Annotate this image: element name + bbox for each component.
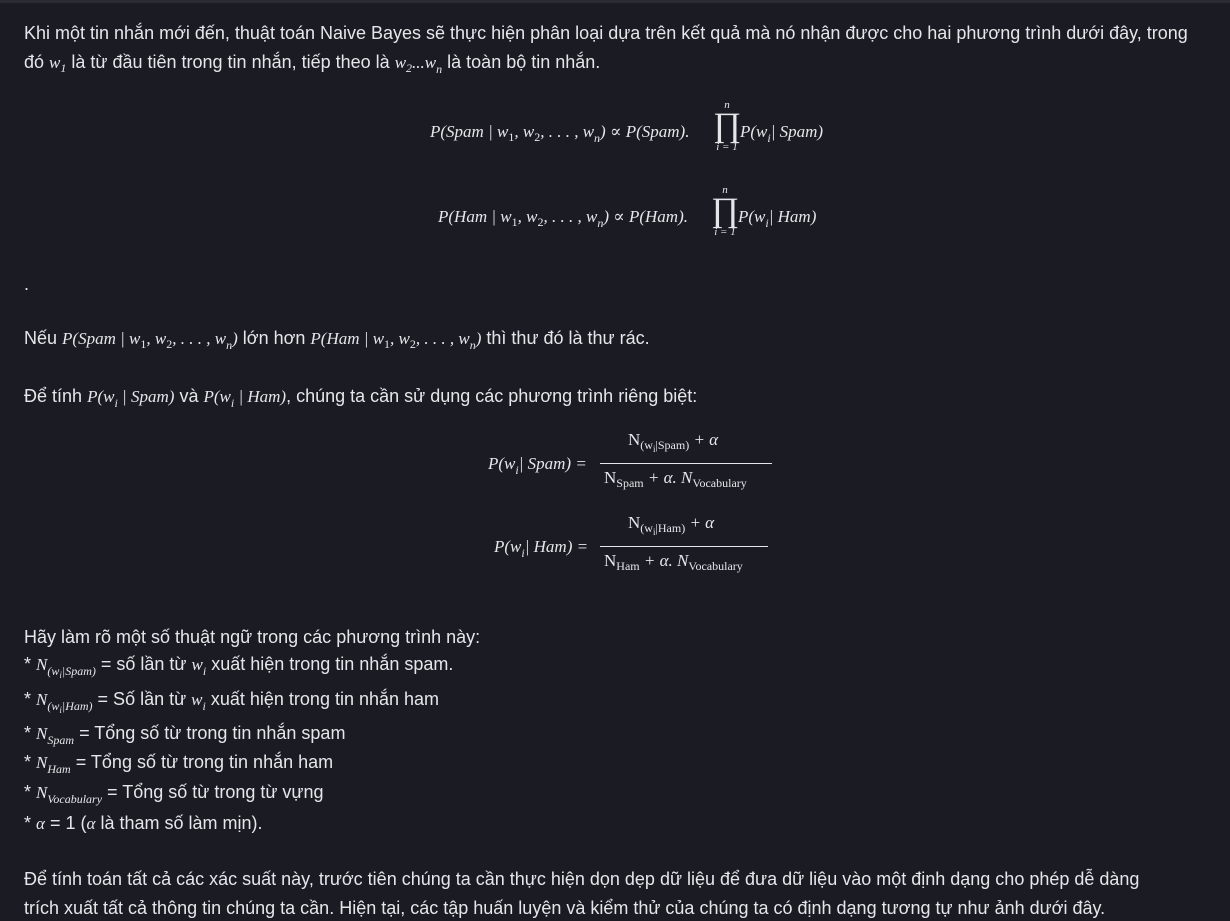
equation-ham-term: P(wi| Ham) (738, 207, 817, 230)
closing-line-1: Để tính toán tất cả các xác suất này, tr… (24, 869, 1140, 889)
product-symbol-ham: n ∏ i = 1 (711, 184, 739, 238)
fraction-spam-numerator: N(wi|Spam) + α (628, 430, 719, 454)
fraction-ham: N(wi|Ham) + α NHam + α. NVocabulary (600, 511, 768, 581)
term-item-6: * α = 1 (α là tham số làm mịn). (24, 813, 263, 833)
term-item-5: * NVocabulary = Tổng số từ trong từ vựng (24, 782, 324, 806)
closing-line-2: trích xuất tất cả thông tin chúng ta cần… (24, 898, 1106, 918)
comparison-text: Nếu P(Spam | w1, w2, . . . , wn) lớn hơn… (24, 328, 650, 352)
top-divider (0, 0, 1230, 3)
fraction-spam: N(wi|Spam) + α NSpam + α. NVocabulary (600, 428, 772, 498)
product-symbol-spam: n ∏ i = 1 (713, 99, 741, 153)
term-item-2: * N(wi|Ham) = Số lần từ wi xuất hiện tro… (24, 689, 440, 715)
equation-spam-lhs: P(Spam | w1, w2, . . . , wn) ∝ P(Spam). (430, 122, 690, 145)
compute-intro-text: Để tính P(wi | Spam) và P(wi | Ham), chú… (24, 386, 698, 410)
term-item-3: * NSpam = Tổng số từ trong tin nhắn spam (24, 723, 346, 747)
equation-spam-term: P(wi| Spam) (740, 122, 824, 145)
fraction-spam-lhs: P(wi| Spam) = (488, 454, 587, 477)
fraction-spam-bar (600, 463, 772, 464)
fraction-ham-lhs: P(wi| Ham) = (494, 537, 589, 560)
term-item-4: * NHam = Tổng số từ trong tin nhắn ham (24, 752, 334, 776)
fraction-ham-denominator: NHam + α. NVocabulary (604, 551, 743, 573)
terms-heading: Hãy làm rõ một số thuật ngữ trong các ph… (24, 627, 481, 647)
intro-line-2: đó w1 là từ đầu tiên trong tin nhắn, tiế… (24, 52, 601, 76)
dot-line: . (24, 274, 30, 294)
intro-line-1: Khi một tin nhắn mới đến, thuật toán Nai… (24, 23, 1188, 43)
fraction-spam-denominator: NSpam + α. NVocabulary (604, 468, 747, 490)
fraction-ham-bar (600, 546, 768, 547)
equation-ham-lhs: P(Ham | w1, w2, . . . , wn) ∝ P(Ham). (438, 207, 688, 230)
fraction-ham-numerator: N(wi|Ham) + α (628, 513, 715, 537)
term-item-1: * N(wi|Spam) = số lần từ wi xuất hiện tr… (24, 654, 454, 680)
